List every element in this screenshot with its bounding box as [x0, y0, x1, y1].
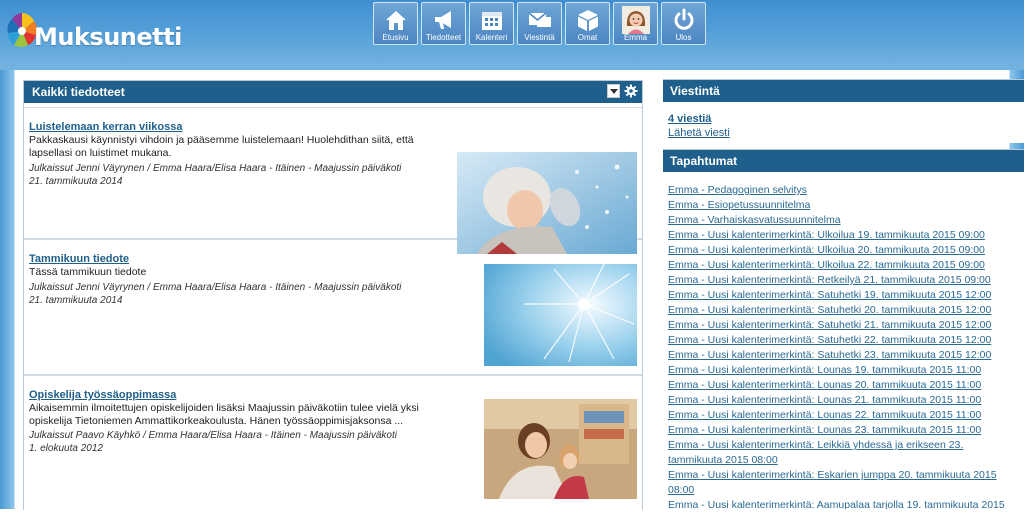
news-title-link[interactable]: Opiskelija työssäoppimassa: [29, 389, 176, 401]
calendar-icon: [481, 12, 502, 30]
news-body: Tässä tammikuun tiedote: [29, 266, 147, 278]
main-nav: Etusivu Tiedotteet Kalenteri Viestintä O…: [373, 2, 709, 46]
power-icon: [674, 8, 693, 30]
news-body: Pakkaskausi käynnistyi vihdoin ja pääsem…: [29, 134, 414, 159]
nav-etusivu-button[interactable]: Etusivu: [373, 2, 418, 45]
logo-text: Muksunetti: [34, 23, 182, 51]
events-list: Emma - Pedagoginen selvitys Emma - Esiope…: [663, 172, 1024, 509]
news-author: Julkaissut Paavo Käyhkö / Emma Haara/Eli…: [29, 430, 397, 441]
event-link[interactable]: Emma - Uusi kalenterimerkintä: Satuhetki…: [668, 303, 1008, 318]
event-link[interactable]: Emma - Uusi kalenterimerkintä: Eskarien …: [668, 468, 1008, 498]
nav-label: Emma: [623, 33, 648, 42]
news-title-link[interactable]: Tammikuun tiedote: [29, 253, 129, 265]
event-link[interactable]: Emma - Uusi kalenterimerkintä: Satuhetki…: [668, 288, 1008, 303]
news-title-link[interactable]: Luistelemaan kerran viikossa: [29, 121, 182, 133]
event-link[interactable]: Emma - Uusi kalenterimerkintä: Ulkoilua …: [668, 258, 1008, 273]
nav-ulos-button[interactable]: Ulos: [661, 2, 706, 45]
home-icon: [385, 11, 406, 30]
app-logo[interactable]: Muksunetti: [4, 9, 182, 55]
news-image[interactable]: [484, 264, 637, 366]
event-link[interactable]: Emma - Uusi kalenterimerkintä: Lounas 23…: [668, 423, 1008, 438]
news-image[interactable]: [457, 152, 637, 254]
news-date: 21. tammikuuta 2014: [29, 176, 123, 187]
nav-tiedotteet-button[interactable]: Tiedotteet: [421, 2, 466, 45]
news-item: Tammikuun tiedote Tässä tammikuun tiedot…: [24, 240, 642, 376]
news-body: Aikaisemmin ilmoitettujen opiskelijoiden…: [29, 402, 419, 427]
news-item: Opiskelija työssäoppimassa Aikaisemmin i…: [24, 376, 642, 516]
event-link[interactable]: Emma - Uusi kalenterimerkintä: Lounas 19…: [668, 363, 1008, 378]
nav-emma-button[interactable]: Emma: [613, 2, 658, 45]
nav-label: Viestintä: [524, 33, 555, 42]
nav-viestinta-button[interactable]: Viestintä: [517, 2, 562, 45]
unread-messages-link[interactable]: 4 viestiä: [668, 113, 1024, 126]
gear-icon[interactable]: [624, 84, 638, 98]
nav-label: Etusivu: [382, 33, 409, 42]
news-author: Julkaissut Jenni Väyrynen / Emma Haara/E…: [29, 282, 402, 293]
event-link[interactable]: Emma - Uusi kalenterimerkintä: Lounas 22…: [668, 408, 1008, 423]
nav-label: Kalenteri: [475, 33, 508, 42]
messages-panel-header: Viestintä: [663, 79, 1024, 102]
news-image[interactable]: [484, 399, 637, 499]
event-link[interactable]: Emma - Uusi kalenterimerkintä: Lounas 21…: [668, 393, 1008, 408]
news-author: Julkaissut Jenni Väyrynen / Emma Haara/E…: [29, 163, 402, 174]
news-panel: Kaikki tiedotteet Luistelemaan kerran vi…: [23, 80, 643, 510]
event-link[interactable]: Emma - Uusi kalenterimerkintä: Lounas 20…: [668, 378, 1008, 393]
event-link[interactable]: Emma - Uusi kalenterimerkintä: Satuhetki…: [668, 333, 1008, 348]
child-avatar-icon: [621, 6, 650, 34]
news-date: 21. tammikuuta 2014: [29, 295, 123, 306]
event-link[interactable]: Emma - Uusi kalenterimerkintä: Ulkoilua …: [668, 228, 1008, 243]
messages-panel: Viestintä 4 viestiä Lähetä viesti: [663, 79, 1024, 143]
event-link[interactable]: Emma - Uusi kalenterimerkintä: Satuhetki…: [668, 318, 1008, 333]
news-panel-title: Kaikki tiedotteet: [32, 85, 125, 99]
event-link[interactable]: Emma - Uusi kalenterimerkintä: Retkeilyä…: [668, 273, 1008, 288]
event-link[interactable]: Emma - Uusi kalenterimerkintä: Ulkoilua …: [668, 243, 1008, 258]
nav-omat-button[interactable]: Omat: [565, 2, 610, 45]
event-link[interactable]: Emma - Uusi kalenterimerkintä: Aamupalaa…: [668, 498, 1008, 509]
news-item: Luistelemaan kerran viikossa Pakkaskausi…: [24, 107, 642, 254]
news-date: 1. elokuuta 2012: [29, 443, 103, 454]
nav-kalenteri-button[interactable]: Kalenteri: [469, 2, 514, 45]
event-link[interactable]: Emma - Uusi kalenterimerkintä: Leikkiä y…: [668, 438, 1008, 468]
send-message-link[interactable]: Lähetä viesti: [668, 127, 1024, 140]
nav-label: Omat: [577, 33, 598, 42]
event-link[interactable]: Emma - Esiopetussuunnitelma: [668, 198, 1008, 213]
events-panel-header: Tapahtumat: [663, 149, 1024, 172]
app-header: Muksunetti Etusivu Tiedotteet Kalenteri …: [0, 0, 1024, 72]
nav-label: Tiedotteet: [425, 33, 462, 42]
events-panel: Tapahtumat Emma - Pedagoginen selvitys Em…: [663, 149, 1024, 509]
event-link[interactable]: Emma - Uusi kalenterimerkintä: Satuhetki…: [668, 348, 1008, 363]
nav-label: Ulos: [675, 33, 692, 42]
news-panel-header: Kaikki tiedotteet: [24, 81, 642, 103]
megaphone-icon: [434, 11, 451, 29]
event-link[interactable]: Emma - Varhaiskasvatussuunnitelma: [668, 213, 1008, 228]
panel-dropdown-button[interactable]: [607, 84, 620, 98]
messages-icon: [528, 12, 551, 27]
box-icon: [577, 10, 598, 31]
event-link[interactable]: Emma - Pedagoginen selvitys: [668, 183, 1008, 198]
